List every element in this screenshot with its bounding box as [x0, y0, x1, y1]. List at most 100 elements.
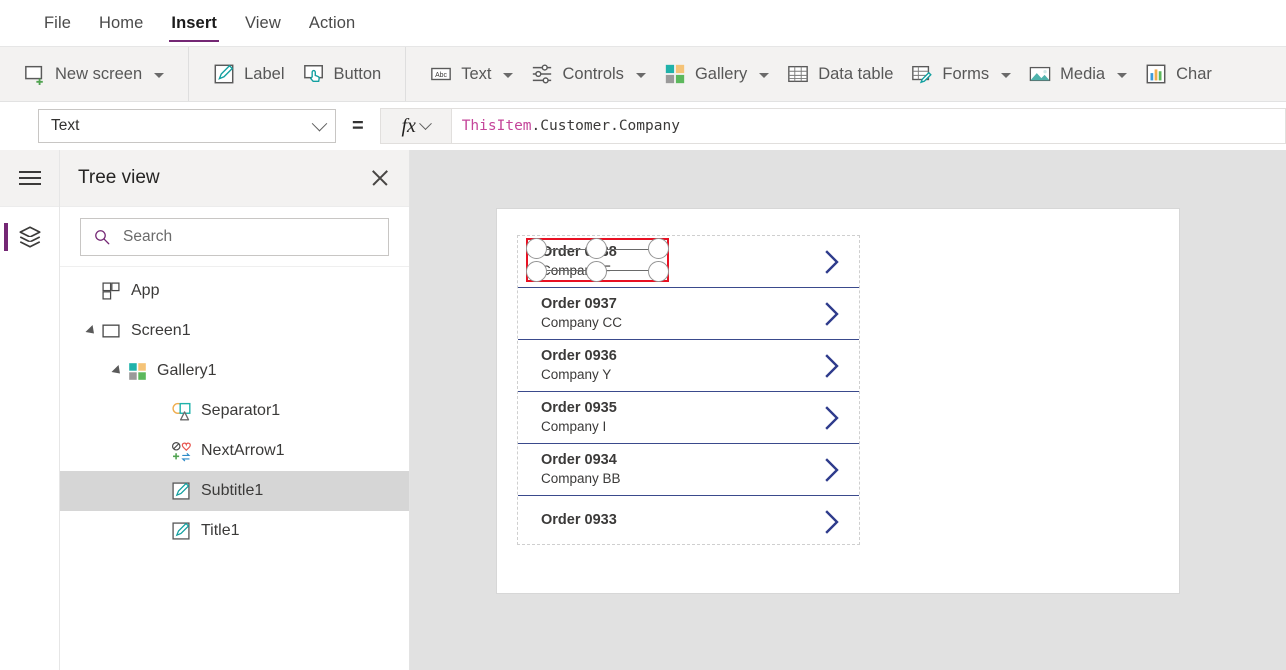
left-icon-rail: [0, 150, 60, 670]
chevron-down-icon[interactable]: [635, 73, 646, 78]
data-table-button[interactable]: Data table: [778, 54, 902, 94]
text-button-text: Text: [461, 64, 492, 83]
menu-item-insert[interactable]: Insert: [157, 0, 231, 46]
next-arrow-icon[interactable]: [823, 509, 841, 535]
gallery-item-title[interactable]: Order 0933: [541, 512, 617, 529]
gallery-button-text: Gallery: [694, 64, 748, 83]
close-icon[interactable]: [369, 167, 391, 189]
button-button-text: Button: [333, 64, 382, 83]
charts-button-text: Char: [1176, 64, 1212, 83]
property-dropdown[interactable]: Text: [38, 109, 336, 143]
gallery-item-title[interactable]: Order 0938: [541, 244, 617, 261]
chevron-down-icon[interactable]: [1001, 73, 1012, 78]
gallery1-control[interactable]: Order 0938 Company F Order 0937 Company …: [517, 235, 860, 545]
tree-node-label: Screen1: [131, 322, 191, 339]
tree-node-label: Subtitle1: [201, 482, 264, 499]
formula-input[interactable]: ThisItem .Customer.Company: [451, 108, 1286, 144]
gallery-item[interactable]: Order 0934 Company BB: [518, 444, 859, 496]
gallery-item-subtitle[interactable]: Company BB: [541, 471, 621, 487]
layers-icon: [18, 226, 41, 248]
menu-item-file[interactable]: File: [30, 0, 85, 46]
gallery-item[interactable]: Order 0937 Company CC: [518, 288, 859, 340]
gallery-item[interactable]: Order 0938 Company F: [518, 236, 859, 288]
controls-button-text: Controls: [562, 64, 624, 83]
gallery-button[interactable]: Gallery: [655, 54, 778, 94]
tree-node-gallery1[interactable]: Gallery1: [60, 351, 409, 391]
app-icon: [100, 281, 122, 301]
new-screen-icon: [25, 65, 43, 85]
label-icon: [170, 481, 192, 501]
search-box[interactable]: [80, 217, 389, 256]
next-arrow-icon[interactable]: [823, 405, 841, 431]
rail-item-tree-view[interactable]: [0, 207, 59, 267]
gallery-item-subtitle[interactable]: Company F: [541, 263, 617, 279]
gallery-icon: [665, 64, 685, 84]
fx-button[interactable]: fx: [379, 108, 452, 144]
chevron-down-icon: [311, 115, 328, 131]
formula-token-thisitem: ThisItem: [461, 118, 532, 134]
tree-node-app[interactable]: App: [60, 271, 409, 311]
controls-button[interactable]: Controls: [522, 54, 654, 94]
hamburger-menu-button[interactable]: [0, 150, 59, 207]
gallery-item-title[interactable]: Order 0935: [541, 400, 617, 417]
forms-button[interactable]: Forms: [902, 54, 1020, 94]
expander-gallery1[interactable]: [108, 364, 126, 378]
gallery-item-texts: Order 0933: [541, 512, 617, 531]
controls-icon: [533, 64, 552, 84]
search-input[interactable]: [121, 226, 376, 247]
button-button[interactable]: Button: [294, 54, 391, 94]
tree-node-title1[interactable]: Title1: [60, 511, 409, 551]
canvas-area[interactable]: Order 0938 Company F Order 0937 Company …: [410, 150, 1286, 670]
gallery-item-texts: Order 0935 Company I: [541, 400, 617, 435]
chevron-down-icon[interactable]: [154, 73, 165, 78]
tree-node-subtitle1[interactable]: Subtitle1: [60, 471, 409, 511]
tree-node-screen1[interactable]: Screen1: [60, 311, 409, 351]
tree-node-label: Title1: [201, 522, 240, 539]
main-menu-bar: File Home Insert View Action: [0, 0, 1286, 46]
tree-node-label: App: [131, 282, 160, 299]
text-button[interactable]: Abc Text: [421, 54, 522, 94]
expander-screen1[interactable]: [82, 324, 100, 338]
tree-node-separator1[interactable]: Separator1: [60, 391, 409, 431]
forms-icon: [912, 65, 933, 84]
gallery-item[interactable]: Order 0933: [518, 496, 859, 544]
hamburger-menu-icon: [18, 171, 41, 185]
next-arrow-icon[interactable]: [823, 249, 841, 275]
media-button[interactable]: Media: [1020, 54, 1136, 94]
next-arrow-icon[interactable]: [823, 301, 841, 327]
chevron-down-icon: [419, 116, 432, 130]
gallery-item-subtitle[interactable]: Company Y: [541, 367, 617, 383]
gallery-item-subtitle[interactable]: Company CC: [541, 315, 622, 331]
gallery-item[interactable]: Order 0936 Company Y: [518, 340, 859, 392]
tree-node-nextarrow1[interactable]: NextArrow1: [60, 431, 409, 471]
resize-handle-bottom-right: [648, 261, 669, 282]
menu-item-action[interactable]: Action: [295, 0, 369, 46]
gallery-item[interactable]: Order 0935 Company I: [518, 392, 859, 444]
menu-item-view[interactable]: View: [231, 0, 295, 46]
new-screen-label: New screen: [55, 64, 143, 83]
search-icon: [95, 229, 110, 244]
gallery-item-texts: Order 0937 Company CC: [541, 296, 622, 331]
charts-button[interactable]: Char: [1136, 54, 1221, 94]
gallery-item-title[interactable]: Order 0937: [541, 296, 622, 313]
new-screen-button[interactable]: New screen: [15, 54, 173, 94]
ribbon-group-screens: New screen: [0, 47, 190, 101]
gallery-item-title[interactable]: Order 0934: [541, 452, 621, 469]
svg-text:Abc: Abc: [435, 72, 447, 79]
chevron-down-icon[interactable]: [503, 73, 514, 78]
next-arrow-icon[interactable]: [823, 353, 841, 379]
tree-view-panel: Tree view Search App Screen1 Gallery1 Se…: [60, 150, 410, 670]
insert-ribbon: New screen Label Button Abc Text Control…: [0, 46, 1286, 102]
label-button[interactable]: Label: [204, 54, 293, 94]
menu-item-home[interactable]: Home: [85, 0, 157, 46]
app-screen-canvas[interactable]: Order 0938 Company F Order 0937 Company …: [496, 208, 1180, 594]
gallery-item-title[interactable]: Order 0936: [541, 348, 617, 365]
tree-node-label: Separator1: [201, 402, 281, 419]
next-arrow-icon[interactable]: [823, 457, 841, 483]
chevron-down-icon[interactable]: [1117, 73, 1128, 78]
gallery-item-subtitle[interactable]: Company I: [541, 419, 617, 435]
label-icon: [214, 64, 234, 84]
chevron-down-icon[interactable]: [759, 73, 770, 78]
tree-node-label: NextArrow1: [201, 442, 285, 459]
screen-icon: [100, 321, 122, 341]
